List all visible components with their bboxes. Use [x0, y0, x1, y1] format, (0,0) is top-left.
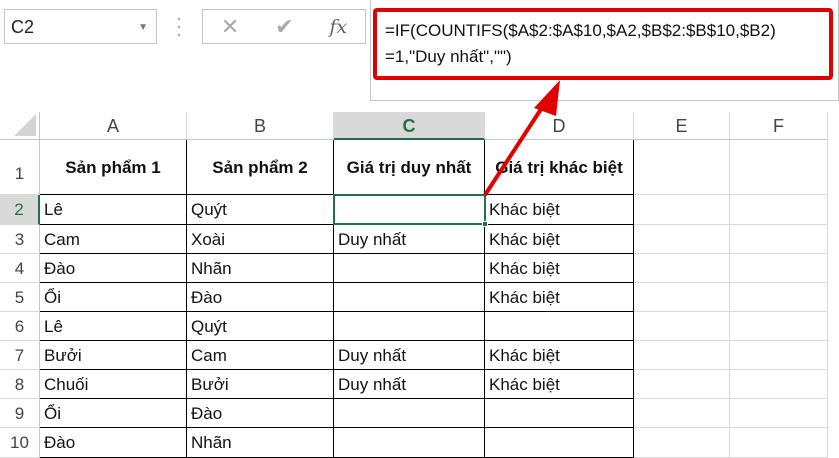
annotation-arrow: [483, 80, 560, 197]
